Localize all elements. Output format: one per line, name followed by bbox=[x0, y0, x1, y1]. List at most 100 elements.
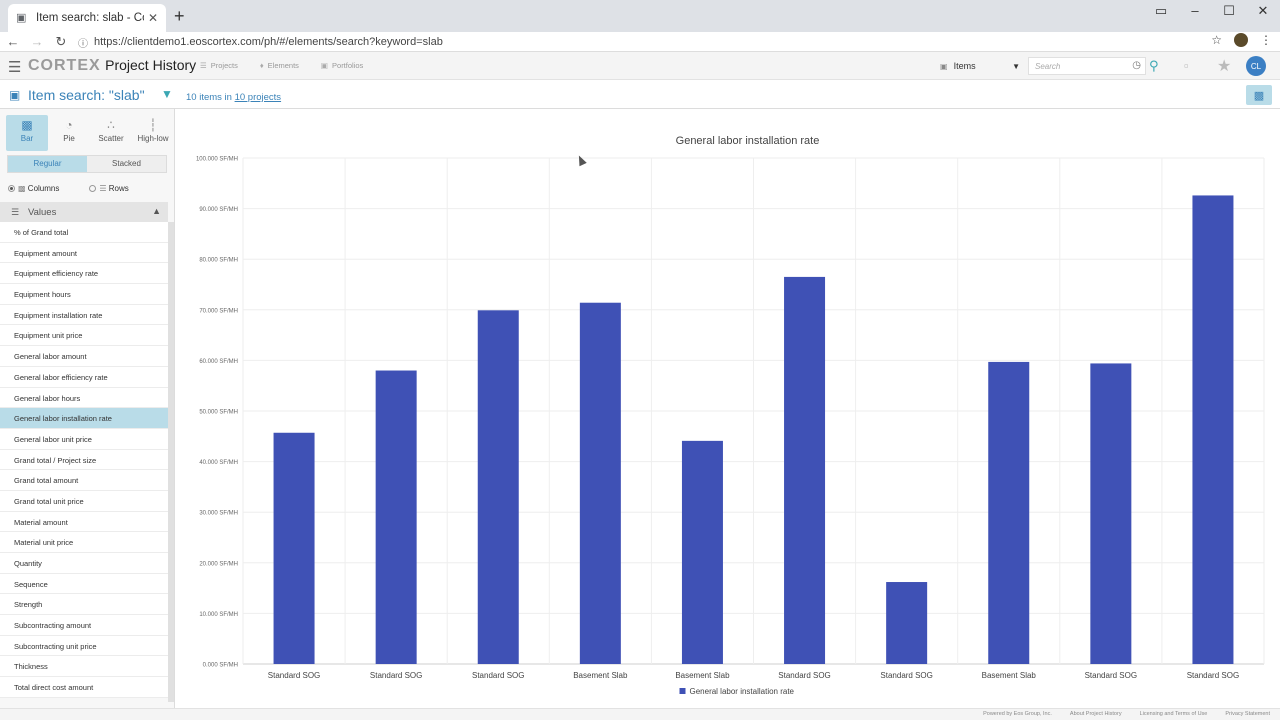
columns-icon: ▩ bbox=[18, 184, 26, 193]
info-icon[interactable]: ⓘ bbox=[78, 35, 88, 50]
result-count: 10 items in 10 projects bbox=[186, 92, 282, 103]
footer-powered-by[interactable]: Powered by Eos Group, Inc. bbox=[983, 711, 1052, 717]
url-field[interactable]: ⓘ https://clientdemo1.eoscortex.com/ph/#… bbox=[78, 34, 1228, 50]
nav-elements[interactable]: ♦ Elements bbox=[260, 61, 299, 70]
search-placeholder: Search bbox=[1035, 62, 1061, 71]
chart-type-bar[interactable]: ▩ Bar bbox=[6, 115, 48, 151]
values-header[interactable]: ☰ Values ▲ bbox=[0, 202, 168, 222]
radio-unselected[interactable] bbox=[89, 185, 97, 193]
value-item[interactable]: Equipment hours bbox=[0, 284, 168, 305]
value-item[interactable]: Subcontracting unit price bbox=[0, 635, 168, 657]
value-item[interactable]: % of Grand total bbox=[0, 222, 168, 243]
chart-type-high-low[interactable]: ┆ High-low bbox=[132, 115, 174, 151]
values-list: % of Grand total Equipment amount Equipmen… bbox=[0, 222, 168, 698]
footer-about[interactable]: About Project History bbox=[1070, 711, 1122, 717]
value-item[interactable]: General labor efficiency rate bbox=[0, 366, 168, 388]
y-tick-label: 30.000 SF/MH bbox=[199, 511, 238, 517]
user-avatar[interactable]: CL bbox=[1246, 56, 1266, 76]
projects-link[interactable]: 10 projects bbox=[235, 92, 281, 103]
hamburger-menu-icon[interactable]: ☰ bbox=[8, 58, 21, 76]
value-item[interactable]: Sequence bbox=[0, 573, 168, 595]
cube-icon: ▣ bbox=[16, 12, 27, 24]
bar-chart-icon: ▩ bbox=[1253, 89, 1265, 102]
search-input[interactable]: Search ◷ bbox=[1028, 57, 1146, 75]
orientation-rows[interactable]: ☰ Rows bbox=[89, 184, 129, 193]
bar[interactable] bbox=[886, 582, 928, 664]
high-low-chart-icon: ┆ bbox=[149, 118, 157, 132]
value-item[interactable]: Quantity bbox=[0, 553, 168, 574]
bar[interactable] bbox=[579, 302, 621, 664]
maximize-icon[interactable]: ☐ bbox=[1212, 2, 1246, 20]
profile-avatar[interactable] bbox=[1234, 33, 1248, 47]
value-item[interactable]: Equipment amount bbox=[0, 242, 168, 264]
nav-portfolios[interactable]: ▣ Portfolios bbox=[321, 61, 363, 70]
new-tab-icon[interactable]: + bbox=[174, 6, 185, 27]
filter-icon[interactable]: ▼ bbox=[161, 87, 173, 101]
item-type-select[interactable]: ▣ Items ▼ bbox=[934, 57, 1024, 75]
search-icon[interactable]: ⚲ bbox=[1149, 58, 1159, 74]
cast-icon[interactable]: ▭ bbox=[1144, 2, 1178, 20]
app-logo[interactable]: CORTEX Project History bbox=[28, 57, 196, 75]
bar[interactable] bbox=[477, 310, 519, 664]
value-item[interactable]: Strength bbox=[0, 594, 168, 616]
browser-tab[interactable]: ▣ Item search: slab - Cortex Project ✕ bbox=[8, 4, 166, 32]
value-item[interactable]: General labor amount bbox=[0, 346, 168, 367]
history-icon[interactable]: ◷ bbox=[1132, 60, 1141, 71]
bar[interactable] bbox=[1192, 195, 1234, 664]
back-icon[interactable]: ← bbox=[2, 34, 24, 49]
bar[interactable] bbox=[375, 370, 417, 664]
orientation-columns[interactable]: ▩ Columns bbox=[8, 184, 59, 193]
values-scrollbar[interactable] bbox=[168, 222, 174, 702]
value-item[interactable]: Grand total / Project size bbox=[0, 449, 168, 471]
bookmark-star-icon[interactable]: ☆ bbox=[1211, 33, 1222, 47]
minimize-icon[interactable]: – bbox=[1178, 2, 1212, 20]
menu-dots-icon[interactable]: ⋮ bbox=[1260, 33, 1272, 47]
value-item[interactable]: General labor installation rate bbox=[0, 408, 168, 429]
value-item[interactable]: Material unit price bbox=[0, 532, 168, 553]
app-header: ☰ CORTEX Project History ☰ Projects ♦ Elem… bbox=[0, 52, 1280, 80]
chart-type-pie[interactable]: ◔ Pie bbox=[48, 115, 90, 151]
legend-label: General labor installation rate bbox=[690, 687, 795, 696]
close-window-icon[interactable]: ✕ bbox=[1246, 2, 1280, 20]
footer-privacy[interactable]: Privacy Statement bbox=[1225, 711, 1270, 717]
value-item[interactable]: Thickness bbox=[0, 656, 168, 678]
chart-type-scatter[interactable]: ∴ Scatter bbox=[90, 115, 132, 151]
window-controls: ▭ – ☐ ✕ bbox=[1144, 2, 1280, 20]
nav-projects[interactable]: ☰ Projects bbox=[200, 61, 238, 70]
layers-icon: ☰ bbox=[200, 61, 207, 70]
chart-view-button[interactable]: ▩ bbox=[1246, 85, 1272, 105]
bar[interactable] bbox=[681, 440, 723, 664]
value-item[interactable]: Grand total amount bbox=[0, 470, 168, 491]
mode-stacked-button[interactable]: Stacked bbox=[87, 156, 166, 172]
bar-mode-toggle: Regular Stacked bbox=[7, 155, 167, 173]
value-item[interactable]: General labor hours bbox=[0, 387, 168, 409]
clipboard-icon[interactable]: ▫ bbox=[1184, 58, 1189, 73]
value-item[interactable]: Total direct cost amount bbox=[0, 677, 168, 698]
bar[interactable] bbox=[784, 276, 826, 664]
reload-icon[interactable]: ↻ bbox=[50, 34, 72, 50]
favorites-star-icon[interactable]: ★ bbox=[1217, 56, 1231, 76]
value-item[interactable]: Equipment efficiency rate bbox=[0, 263, 168, 285]
rows-icon: ☰ bbox=[99, 184, 107, 193]
forward-icon[interactable]: → bbox=[26, 34, 48, 49]
bar[interactable] bbox=[988, 361, 1030, 664]
value-item[interactable]: Equipment unit price bbox=[0, 325, 168, 347]
bar[interactable] bbox=[273, 432, 315, 664]
y-tick-label: 70.000 SF/MH bbox=[199, 308, 238, 314]
mode-regular-button[interactable]: Regular bbox=[8, 156, 87, 172]
close-tab-icon[interactable]: ✕ bbox=[148, 11, 158, 25]
chart-type-selector: ▩ Bar ◔ Pie ∴ Scatter ┆ High-low bbox=[6, 115, 174, 151]
value-item[interactable]: Grand total unit price bbox=[0, 490, 168, 512]
value-item[interactable]: Equipment installation rate bbox=[0, 304, 168, 326]
briefcase-icon: ▣ bbox=[320, 61, 329, 70]
value-item[interactable]: General labor unit price bbox=[0, 428, 168, 450]
chevron-up-icon[interactable]: ▲ bbox=[152, 206, 161, 216]
y-tick-label: 20.000 SF/MH bbox=[199, 561, 238, 567]
bar[interactable] bbox=[1090, 363, 1132, 664]
value-item[interactable]: Material amount bbox=[0, 511, 168, 533]
radio-selected[interactable] bbox=[8, 185, 15, 193]
chart-title: General labor installation rate bbox=[676, 135, 820, 147]
value-item[interactable]: Subcontracting amount bbox=[0, 615, 168, 636]
footer-licensing[interactable]: Licensing and Terms of Use bbox=[1140, 711, 1208, 717]
y-tick-label: 0.000 SF/MH bbox=[203, 663, 238, 669]
